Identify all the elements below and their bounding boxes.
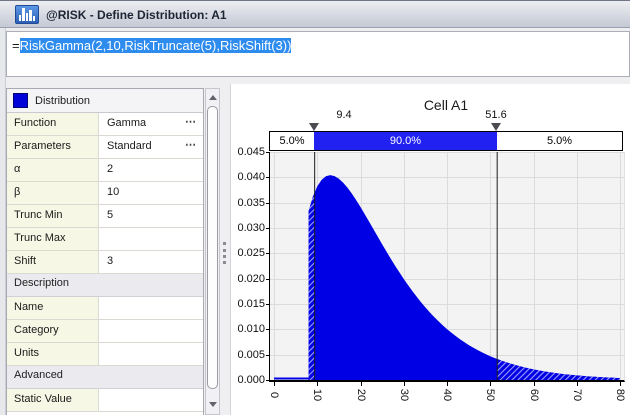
x-axis-tick-label: 80 (614, 388, 626, 402)
property-value-field[interactable]: 10 (99, 182, 203, 204)
left-delimiter-value: 9.4 (336, 109, 352, 121)
property-label: Parameters (7, 136, 99, 158)
distribution-header: Distribution (7, 89, 203, 113)
chart-panel: Cell A1 9.4 51.6 5.0% 90.0% 5.0% 0.045 0.… (230, 84, 630, 415)
property-label: Function (7, 113, 99, 135)
property-value-field[interactable] (99, 343, 203, 365)
x-axis-tick-label: 0 (268, 391, 280, 399)
property-row: Function Gamma ⋯ (7, 113, 203, 136)
x-axis-tick-label: 50 (484, 388, 497, 402)
x-axis-tick-label: 30 (397, 388, 410, 402)
property-value-field[interactable] (99, 297, 203, 319)
probability-band[interactable]: 5.0% 90.0% 5.0% (269, 131, 623, 151)
property-label: α (7, 159, 99, 181)
property-row: Category (7, 320, 203, 343)
formula-prefix: = (12, 38, 20, 53)
formula-input[interactable]: =RiskGamma(2,10,RiskTruncate(5),RiskShif… (6, 31, 630, 77)
x-axis-tick-label: 10 (311, 388, 324, 402)
gamma-curve (274, 152, 620, 380)
property-value-field[interactable] (99, 389, 203, 411)
property-rows: Function Gamma ⋯ Parameters Standard ⋯ α 2 β 10 Tr… (7, 113, 203, 412)
y-axis-tick (266, 203, 270, 204)
section-header: Description (7, 274, 203, 297)
right-delimiter-value: 51.6 (485, 109, 507, 121)
scrollbar-thumb[interactable] (207, 106, 218, 389)
x-axis-tick-label: 70 (570, 388, 583, 402)
x-axis-tick-label: 20 (354, 388, 367, 402)
left-tail-percent: 5.0% (279, 135, 305, 147)
y-axis-tick-label: 0.030 (237, 222, 265, 234)
property-value-field[interactable]: Gamma ⋯ (99, 113, 203, 135)
property-label: Category (7, 320, 99, 342)
property-label: Trunc Min (7, 205, 99, 227)
property-grid: Distribution Function Gamma ⋯ Parameters Sta… (6, 88, 204, 415)
title-bar[interactable]: @RISK - Define Distribution: A1 (0, 0, 630, 28)
arrow-up-icon (208, 94, 217, 100)
property-label: β (7, 182, 99, 204)
property-row: Shift 3 (7, 251, 203, 274)
property-label: Units (7, 343, 99, 365)
y-axis-tick (266, 152, 270, 153)
y-axis-tick (266, 253, 270, 254)
y-axis-tick (266, 228, 270, 229)
property-row: Parameters Standard ⋯ (7, 136, 203, 159)
x-axis-tick-label: 40 (441, 388, 453, 402)
arrow-down-icon (208, 401, 217, 407)
property-value-field[interactable]: Standard ⋯ (99, 136, 203, 158)
y-axis-tick-label: 0.015 (237, 298, 265, 310)
scroll-up-button[interactable] (206, 90, 219, 104)
property-row: Trunc Max (7, 228, 203, 251)
property-value-field[interactable]: 2 (99, 159, 203, 181)
splitter-grip[interactable] (223, 242, 226, 264)
property-row: β 10 (7, 182, 203, 205)
ellipsis-button[interactable]: ⋯ (185, 115, 197, 128)
property-label: Shift (7, 251, 99, 273)
property-row: Static Value (7, 389, 203, 412)
y-axis-tick (266, 329, 270, 330)
y-axis-tick-label: 0.020 (237, 273, 265, 285)
property-row: Trunc Min 5 (7, 205, 203, 228)
property-label: Trunc Max (7, 228, 99, 250)
property-row: α2 (7, 159, 203, 182)
x-axis-tick-label: 60 (527, 388, 540, 402)
window-title: @RISK - Define Distribution: A1 (46, 8, 227, 22)
right-tail-percent: 5.0% (546, 135, 573, 147)
right-delimiter-marker-icon[interactable] (491, 123, 501, 131)
section-header: Advanced (7, 366, 203, 389)
y-axis-tick-label: 0.010 (237, 323, 265, 335)
scroll-down-button[interactable] (206, 397, 219, 411)
property-row: Units (7, 343, 203, 366)
formula-selected-text: RiskGamma(2,10,RiskTruncate(5),RiskShift… (19, 38, 292, 53)
y-axis-tick-label: 0.040 (237, 171, 265, 183)
y-axis-tick-label: 0.045 (237, 146, 265, 158)
distribution-color-swatch (13, 93, 28, 108)
left-delimiter-marker-icon[interactable] (309, 123, 319, 131)
ellipsis-button[interactable]: ⋯ (185, 138, 197, 151)
distribution-plot (269, 152, 625, 382)
chart-title: Cell A1 (423, 97, 469, 113)
property-row: Name (7, 297, 203, 320)
distribution-header-label: Distribution (35, 94, 91, 107)
center-percent: 90.0% (314, 132, 497, 150)
property-grid-scrollbar[interactable] (205, 88, 220, 415)
y-axis-tick-label: 0.035 (237, 197, 265, 209)
property-label: Name (7, 297, 99, 319)
y-axis-tick (266, 380, 270, 381)
property-label: Static Value (7, 389, 99, 411)
y-axis-tick-label: 0.000 (237, 374, 265, 386)
y-axis-tick (266, 177, 270, 178)
y-axis-tick-label: 0.025 (237, 247, 265, 259)
atrisk-bar-chart-icon (15, 5, 39, 24)
property-value-field[interactable] (99, 320, 203, 342)
y-axis-tick (266, 279, 270, 280)
property-value-field[interactable] (99, 228, 203, 250)
y-axis-tick-label: 0.005 (237, 349, 265, 361)
y-axis-tick (266, 355, 270, 356)
property-value-field[interactable]: 5 (99, 205, 203, 227)
property-value-field[interactable]: 3 (99, 251, 203, 273)
y-axis-tick (266, 304, 270, 305)
